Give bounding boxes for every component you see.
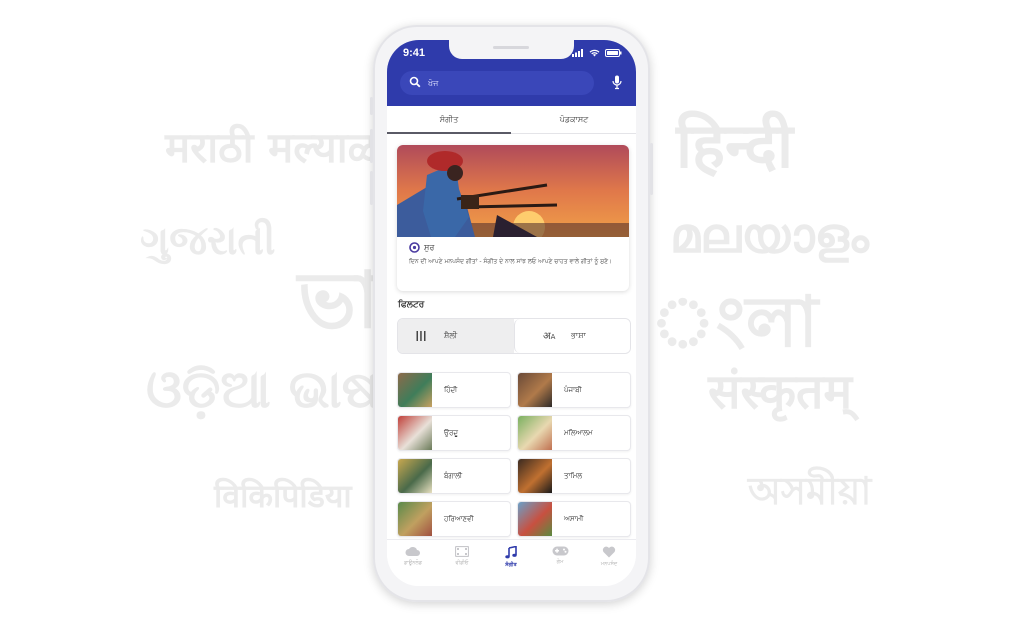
category-card[interactable]: ਉਰਦੂ [397, 415, 511, 451]
tab-label: ਪੋਡਕਾਸਟ [559, 114, 589, 124]
search-input[interactable] [428, 74, 578, 92]
tab-label: ਸੰਗੀਤ [439, 114, 459, 124]
tab-music[interactable]: ਸੰਗੀਤ [387, 106, 511, 134]
tab-podcast[interactable]: ਪੋਡਕਾਸਟ [512, 106, 636, 133]
category-card[interactable]: ਮਲਿਆਲਮ [517, 415, 631, 451]
main-content[interactable]: ਸੁਰ ਦਿਨ ਦੀ ਆਪਣੇ ਮਨਪਸੰਦ ਗੀਤਾਂ - ਸੰਗੀਤ ਦੇ … [387, 134, 636, 539]
category-label: ਉਰਦੂ [444, 428, 459, 437]
category-card[interactable]: ਅਸਾਮੀ [517, 501, 631, 537]
status-time: 9:41 [403, 47, 426, 59]
nav-label: ਵੀਡੀਓ [455, 560, 469, 566]
category-label: ਅਸਾਮੀ [564, 514, 584, 523]
category-thumbnail [518, 502, 552, 536]
nav-favorites[interactable]: ਮਨਪਸੰਦ [585, 546, 633, 576]
filter-genre-label: ਸ਼ੈਲੀ [444, 331, 458, 340]
signal-icon [572, 49, 583, 57]
category-card[interactable]: ਤਾਮਿਲ [517, 458, 631, 494]
category-label: ਤਾਮਿਲ [564, 471, 583, 480]
power-button [650, 143, 653, 195]
featured-description: ਦਿਨ ਦੀ ਆਪਣੇ ਮਨਪਸੰਦ ਗੀਤਾਂ - ਸੰਗੀਤ ਦੇ ਨਾਲ … [409, 258, 613, 265]
filters-heading: ਫਿਲਟਰ [398, 300, 425, 310]
category-card[interactable]: ਹਰਿਆਣਵੀ [397, 501, 511, 537]
nav-music[interactable]: ਸੰਗੀਤ [487, 546, 535, 576]
translate-icon: अA [543, 331, 556, 342]
microphone-icon[interactable] [612, 75, 622, 90]
phone-screen: 9:41 ਸੰਗੀਤ ਪੋਡਕਾਸਟ [387, 40, 636, 586]
category-thumbnail [398, 373, 432, 407]
bottom-nav: ਡਾਊਨਲੋਡ ਵੀਡੀਓ ਸੰਗੀਤ ਗੇਮ ਮਨਪਸੰਦ [387, 539, 636, 586]
phone-frame: 9:41 ਸੰਗੀਤ ਪੋਡਕਾਸਟ [370, 25, 653, 602]
wifi-icon [589, 49, 600, 57]
category-label: ਪੰਜਾਬੀ [564, 385, 582, 394]
category-thumbnail [518, 459, 552, 493]
music-note-icon [505, 546, 517, 559]
notch [449, 40, 574, 59]
filter-language-label: ਭਾਸ਼ਾ [571, 331, 586, 340]
category-thumbnail [518, 416, 552, 450]
category-label: ਬੰਗਾਲੀ [444, 471, 463, 480]
nav-video[interactable]: ਵੀਡੀਓ [438, 546, 486, 576]
speaker-grill [493, 46, 529, 49]
filter-row: ਸ਼ੈਲੀ अA ਭਾਸ਼ਾ [397, 318, 631, 354]
category-label: ਮਲਿਆਲਮ [564, 428, 593, 437]
category-thumbnail [398, 416, 432, 450]
heart-icon [602, 546, 616, 558]
background-word: ভা [298, 256, 379, 346]
battery-icon [605, 49, 622, 57]
volume-up-button [370, 129, 373, 163]
featured-card[interactable]: ਸੁਰ ਦਿਨ ਦੀ ਆਪਣੇ ਮਨਪਸੰਦ ਗੀਤਾਂ - ਸੰਗੀਤ ਦੇ … [397, 145, 629, 291]
nav-label: ਮਨਪਸੰਦ [600, 561, 618, 567]
status-icons [572, 48, 622, 58]
gamepad-icon [552, 546, 568, 556]
nav-downloads[interactable]: ਡਾਊਨਲੋਡ [389, 546, 437, 576]
background-word: हिन्दी [676, 109, 794, 182]
background-word: संस्कृतम् [708, 364, 853, 420]
featured-title: ਸੁਰ [424, 243, 435, 252]
search-icon [409, 76, 421, 88]
music-wheel-icon [409, 242, 420, 253]
bars-icon [416, 331, 426, 341]
category-label: ਹਿੰਦੀ [444, 385, 458, 394]
search-bar[interactable] [400, 71, 594, 95]
background-word: অসমীয়া [748, 469, 872, 513]
nav-label: ਸੰਗੀਤ [505, 562, 517, 568]
category-thumbnail [398, 502, 432, 536]
background-word: मराठी मल्याळम [165, 123, 405, 172]
category-label: ਹਰਿਆਣਵੀ [444, 514, 474, 523]
background-word: മലയാളം [670, 208, 869, 264]
category-card[interactable]: ਹਿੰਦੀ [397, 372, 511, 408]
category-card[interactable]: ਬੰਗਾਲੀ [397, 458, 511, 494]
volume-down-button [370, 171, 373, 205]
background-word: विकिपिडिया [214, 477, 352, 515]
background-word: ଓଡ଼ିଆ ଭାଷା [146, 360, 392, 420]
filter-language[interactable]: अA ਭਾਸ਼ਾ [514, 319, 630, 353]
app-header: 9:41 [387, 40, 636, 106]
filter-genre[interactable]: ਸ਼ੈਲੀ [398, 319, 514, 353]
cloud-icon [405, 546, 420, 556]
category-thumbnail [398, 459, 432, 493]
category-thumbnail [518, 373, 552, 407]
mute-switch [370, 97, 373, 115]
background-word: ગુજરાતી [140, 218, 276, 264]
nav-label: ਡਾਊਨਲੋਡ [403, 560, 423, 566]
nav-games[interactable]: ਗੇਮ [536, 546, 584, 576]
video-icon [455, 546, 469, 557]
nav-label: ਗੇਮ [556, 559, 564, 565]
featured-image [397, 145, 629, 237]
content-tabs: ਸੰਗੀਤ ਪੋਡਕਾਸਟ [387, 106, 636, 134]
category-card[interactable]: ਪੰਜਾਬੀ [517, 372, 631, 408]
